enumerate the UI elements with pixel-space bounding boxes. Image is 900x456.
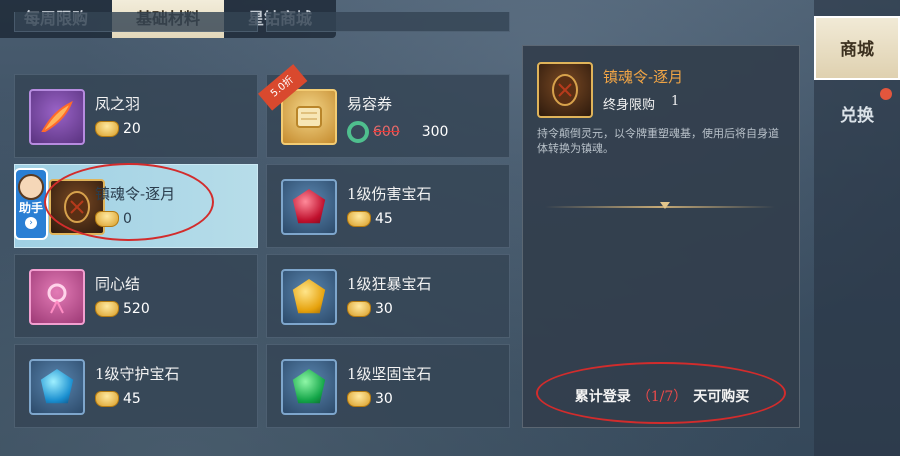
item-name: 凤之羽 [95, 95, 141, 113]
gold-ingot-icon [347, 211, 371, 227]
red-gem-icon [281, 179, 337, 235]
purchase-limit: 终身限购 1 [603, 94, 679, 113]
gold-ingot-icon [95, 121, 119, 137]
item-name: 1级守护宝石 [95, 365, 180, 383]
side-tab-bar: 商城 兑换 [814, 0, 900, 456]
list-item[interactable]: 1级狂暴宝石 30 [266, 254, 510, 338]
condition-prefix: 累计登录 [574, 389, 631, 405]
jade-icon [347, 121, 369, 143]
item-name: 1级坚固宝石 [347, 365, 432, 383]
tab-mall[interactable]: 商城 [814, 16, 900, 80]
item-name: 1级伤害宝石 [347, 185, 432, 203]
scroll-icon [281, 89, 337, 145]
item-grid: 凤之羽 20 5.0折 易容券 600 300 镇魂令-逐月 0 1级伤害宝石 [14, 12, 510, 430]
item-name: 镇魂令-逐月 [95, 185, 176, 203]
tab-exchange-label: 兑换 [840, 106, 874, 126]
notification-dot [880, 88, 892, 100]
chevron-right-icon: › [25, 217, 37, 229]
list-item[interactable]: 1级伤害宝石 45 [266, 164, 510, 248]
item-price: 600 300 [347, 121, 448, 143]
item-price: 0 [95, 211, 132, 227]
item-description: 持令颠倒灵元，以令牌重塑魂基，使用后将自身道体转换为镇魂。 [537, 127, 779, 155]
gold-ingot-icon [95, 301, 119, 317]
gold-ingot-icon [95, 391, 119, 407]
item-name: 1级狂暴宝石 [347, 275, 432, 293]
list-item[interactable]: 1级守护宝石 45 [14, 344, 258, 428]
list-item-partial[interactable] [266, 12, 510, 32]
green-gem-icon [281, 359, 337, 415]
item-price: 30 [347, 301, 393, 317]
gold-ingot-icon [347, 301, 371, 317]
phoenix-feather-icon [29, 89, 85, 145]
item-detail-panel: 镇魂令-逐月 终身限购 1 持令颠倒灵元，以令牌重塑魂基，使用后将自身道体转换为… [522, 45, 800, 428]
cyan-gem-icon [29, 359, 85, 415]
helper-label: 助手 [18, 201, 43, 215]
helper-button[interactable]: 助手 › [14, 168, 48, 240]
condition-suffix: 天可购买 [693, 389, 750, 405]
price-value: 300 [421, 124, 449, 140]
item-price: 20 [95, 121, 141, 137]
price-value: 45 [123, 391, 141, 407]
price-value: 30 [375, 301, 393, 317]
list-item-partial[interactable] [14, 12, 258, 32]
price-value: 45 [375, 211, 393, 227]
item-price: 45 [95, 391, 141, 407]
purchase-condition: 累计登录 （1/7） 天可购买 [523, 386, 801, 406]
item-name: 易容券 [347, 95, 393, 113]
knot-icon [29, 269, 85, 325]
price-value: 0 [123, 211, 132, 227]
list-item[interactable]: 凤之羽 20 [14, 74, 258, 158]
list-item-selected[interactable]: 镇魂令-逐月 0 [14, 164, 258, 248]
detail-item-name: 镇魂令-逐月 [603, 68, 684, 86]
item-price: 45 [347, 211, 393, 227]
divider-ornament-icon [660, 202, 670, 209]
limit-value: 1 [671, 94, 680, 109]
yellow-gem-icon [281, 269, 337, 325]
price-value: 30 [375, 391, 393, 407]
item-price: 30 [347, 391, 393, 407]
price-value: 20 [123, 121, 141, 137]
condition-count: （1/7） [636, 389, 688, 405]
item-price: 520 [95, 301, 150, 317]
tab-exchange[interactable]: 兑换 [814, 84, 900, 148]
gold-ingot-icon [95, 211, 119, 227]
soul-token-icon [537, 62, 593, 118]
list-item[interactable]: 1级坚固宝石 30 [266, 344, 510, 428]
list-item[interactable]: 同心结 520 [14, 254, 258, 338]
list-item[interactable]: 5.0折 易容券 600 300 [257, 64, 510, 158]
old-price: 600 [373, 124, 400, 140]
gold-ingot-icon [347, 391, 371, 407]
price-value: 520 [123, 301, 150, 317]
item-name: 同心结 [95, 275, 141, 293]
avatar [18, 174, 44, 200]
limit-label: 终身限购 [603, 98, 656, 113]
